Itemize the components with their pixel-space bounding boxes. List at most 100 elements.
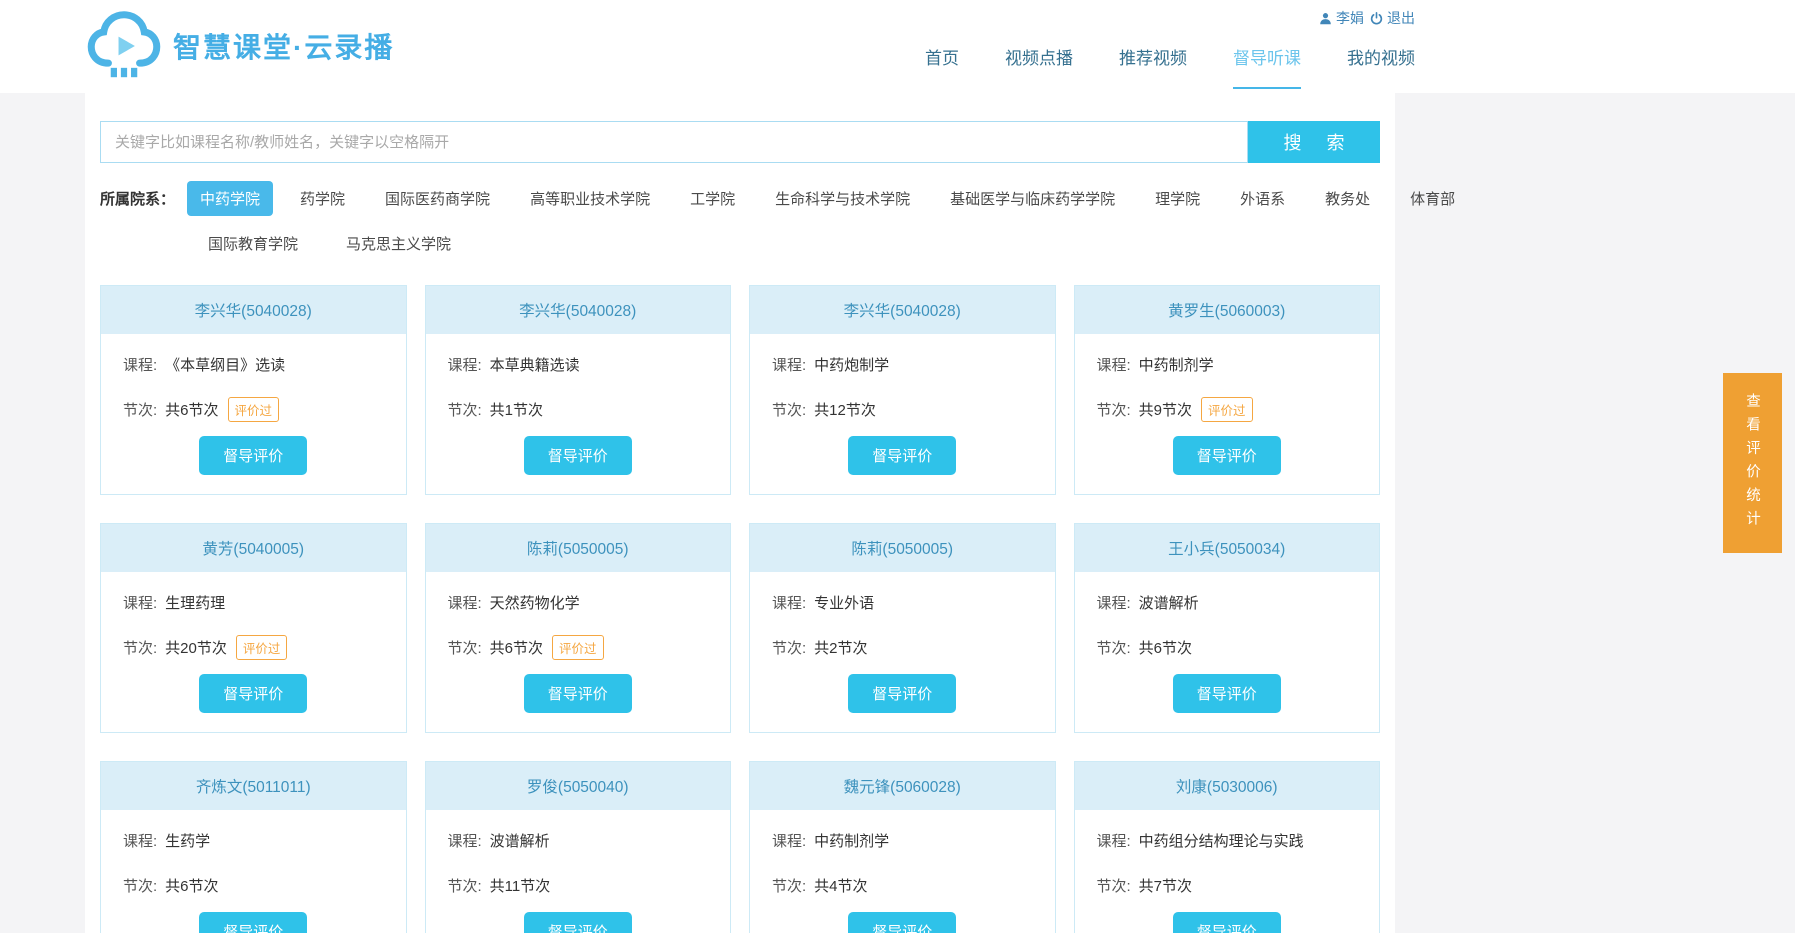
evaluate-button[interactable]: 督导评价 [848, 912, 956, 933]
evaluate-button[interactable]: 督导评价 [199, 436, 307, 475]
nav-item[interactable]: 我的视频 [1347, 44, 1415, 89]
evaluate-button[interactable]: 督导评价 [524, 912, 632, 933]
evaluate-button[interactable]: 督导评价 [1173, 674, 1281, 713]
course-name: 专业外语 [814, 592, 874, 613]
teacher-name: 王小兵(5050034) [1075, 524, 1380, 572]
filter-item[interactable]: 中药学院 [187, 181, 273, 216]
course-name: 中药制剂学 [814, 830, 889, 851]
evaluate-button[interactable]: 督导评价 [1173, 436, 1281, 475]
teacher-name: 李兴华(5040028) [101, 286, 406, 334]
filter-item[interactable]: 体育部 [1397, 181, 1468, 216]
session-line: 节次: 共7节次 [1097, 875, 1358, 896]
course-label: 课程: [1097, 354, 1131, 375]
search-button[interactable]: 搜 索 [1248, 121, 1380, 163]
course-line: 课程: 本草典籍选读 [448, 354, 709, 375]
course-card: 陈莉(5050005) 课程: 专业外语 节次: 共2节次 督导评价 [749, 523, 1056, 733]
power-icon [1370, 12, 1383, 25]
session-line: 节次: 共6节次 评价过 [448, 637, 709, 658]
filter-item[interactable]: 药学院 [287, 181, 358, 216]
filter-item[interactable]: 国际教育学院 [195, 226, 311, 261]
session-count: 共7节次 [1139, 875, 1192, 896]
session-count: 共12节次 [814, 399, 876, 420]
nav-item[interactable]: 推荐视频 [1119, 44, 1187, 89]
session-label: 节次: [123, 637, 157, 658]
teacher-name: 魏元锋(5060028) [750, 762, 1055, 810]
filter-item[interactable]: 基础医学与临床药学学院 [937, 181, 1128, 216]
course-label: 课程: [123, 354, 157, 375]
session-label: 节次: [1097, 399, 1131, 420]
course-line: 课程: 生药学 [123, 830, 384, 851]
session-count: 共1节次 [490, 399, 543, 420]
session-line: 节次: 共6节次 [1097, 637, 1358, 658]
teacher-name: 罗俊(5050040) [426, 762, 731, 810]
filter-item[interactable]: 生命科学与技术学院 [762, 181, 923, 216]
evaluate-button[interactable]: 督导评价 [1173, 912, 1281, 933]
teacher-name: 李兴华(5040028) [750, 286, 1055, 334]
course-card: 黄芳(5040005) 课程: 生理药理 节次: 共20节次 评价过 督导评价 [100, 523, 407, 733]
cloud-play-icon [85, 8, 163, 84]
session-count: 共6节次 [165, 875, 218, 896]
department-filter: 所属院系： 中药学院 药学院 国际医药商学院 高等职业技术学院 工学院 生命科学… [100, 181, 1380, 261]
filter-item[interactable]: 马克思主义学院 [333, 226, 464, 261]
person-icon [1319, 12, 1332, 25]
evaluate-button[interactable]: 督导评价 [524, 436, 632, 475]
course-card: 齐炼文(5011011) 课程: 生药学 节次: 共6节次 督导评价 [100, 761, 407, 933]
session-line: 节次: 共2节次 [772, 637, 1033, 658]
teacher-name: 刘康(5030006) [1075, 762, 1380, 810]
filter-item[interactable]: 高等职业技术学院 [517, 181, 663, 216]
course-name: 中药炮制学 [814, 354, 889, 375]
course-name: 生理药理 [165, 592, 225, 613]
filter-row-2: 国际教育学院 马克思主义学院 [195, 226, 1380, 261]
nav-item[interactable]: 首页 [925, 44, 959, 89]
session-count: 共6节次 [165, 399, 218, 420]
course-line: 课程: 波谱解析 [1097, 592, 1358, 613]
user-menu[interactable]: 李娟 [1319, 8, 1364, 28]
course-card: 李兴华(5040028) 课程: 本草典籍选读 节次: 共1节次 督导评价 [425, 285, 732, 495]
nav-item[interactable]: 督导听课 [1233, 44, 1301, 89]
filter-item[interactable]: 国际医药商学院 [372, 181, 503, 216]
teacher-name: 陈莉(5050005) [426, 524, 731, 572]
session-label: 节次: [448, 637, 482, 658]
course-line: 课程: 《本草纲目》选读 [123, 354, 384, 375]
app-logo: 智慧课堂·云录播 [85, 8, 394, 84]
evaluate-button[interactable]: 督导评价 [199, 912, 307, 933]
logout-button[interactable]: 退出 [1370, 8, 1415, 28]
evaluate-button[interactable]: 督导评价 [848, 674, 956, 713]
session-count: 共11节次 [490, 875, 551, 896]
course-card: 陈莉(5050005) 课程: 天然药物化学 节次: 共6节次 评价过 督导评价 [425, 523, 732, 733]
session-line: 节次: 共6节次 评价过 [123, 399, 384, 420]
session-line: 节次: 共11节次 [448, 875, 709, 896]
search-input[interactable] [100, 121, 1248, 163]
course-line: 课程: 生理药理 [123, 592, 384, 613]
teacher-name: 陈莉(5050005) [750, 524, 1055, 572]
course-label: 课程: [1097, 830, 1131, 851]
filter-item[interactable]: 理学院 [1142, 181, 1213, 216]
evaluated-badge: 评价过 [236, 635, 288, 660]
course-card: 李兴华(5040028) 课程: 《本草纲目》选读 节次: 共6节次 评价过 督… [100, 285, 407, 495]
evaluate-button[interactable]: 督导评价 [524, 674, 632, 713]
app-title: 智慧课堂·云录播 [173, 26, 394, 66]
filter-row-1: 所属院系： 中药学院 药学院 国际医药商学院 高等职业技术学院 工学院 生命科学… [100, 181, 1380, 216]
course-line: 课程: 中药制剂学 [1097, 354, 1358, 375]
view-evaluation-stats-button[interactable]: 查看评价统计 [1723, 373, 1782, 553]
course-label: 课程: [1097, 592, 1131, 613]
filter-item[interactable]: 工学院 [677, 181, 748, 216]
course-line: 课程: 中药炮制学 [772, 354, 1033, 375]
evaluate-button[interactable]: 督导评价 [199, 674, 307, 713]
evaluate-button[interactable]: 督导评价 [848, 436, 956, 475]
teacher-name: 黄芳(5040005) [101, 524, 406, 572]
course-line: 课程: 专业外语 [772, 592, 1033, 613]
filter-item[interactable]: 教务处 [1312, 181, 1383, 216]
session-label: 节次: [448, 399, 482, 420]
filter-item[interactable]: 外语系 [1227, 181, 1298, 216]
content-panel: 搜 索 所属院系： 中药学院 药学院 国际医药商学院 高等职业技术学院 工学院 … [85, 93, 1395, 933]
session-label: 节次: [772, 875, 806, 896]
course-name: 波谱解析 [1139, 592, 1199, 613]
course-card: 魏元锋(5060028) 课程: 中药制剂学 节次: 共4节次 督导评价 [749, 761, 1056, 933]
session-label: 节次: [772, 399, 806, 420]
evaluated-badge: 评价过 [1201, 397, 1253, 422]
session-line: 节次: 共1节次 [448, 399, 709, 420]
course-label: 课程: [772, 830, 806, 851]
course-card: 王小兵(5050034) 课程: 波谱解析 节次: 共6节次 督导评价 [1074, 523, 1381, 733]
nav-item[interactable]: 视频点播 [1005, 44, 1073, 89]
